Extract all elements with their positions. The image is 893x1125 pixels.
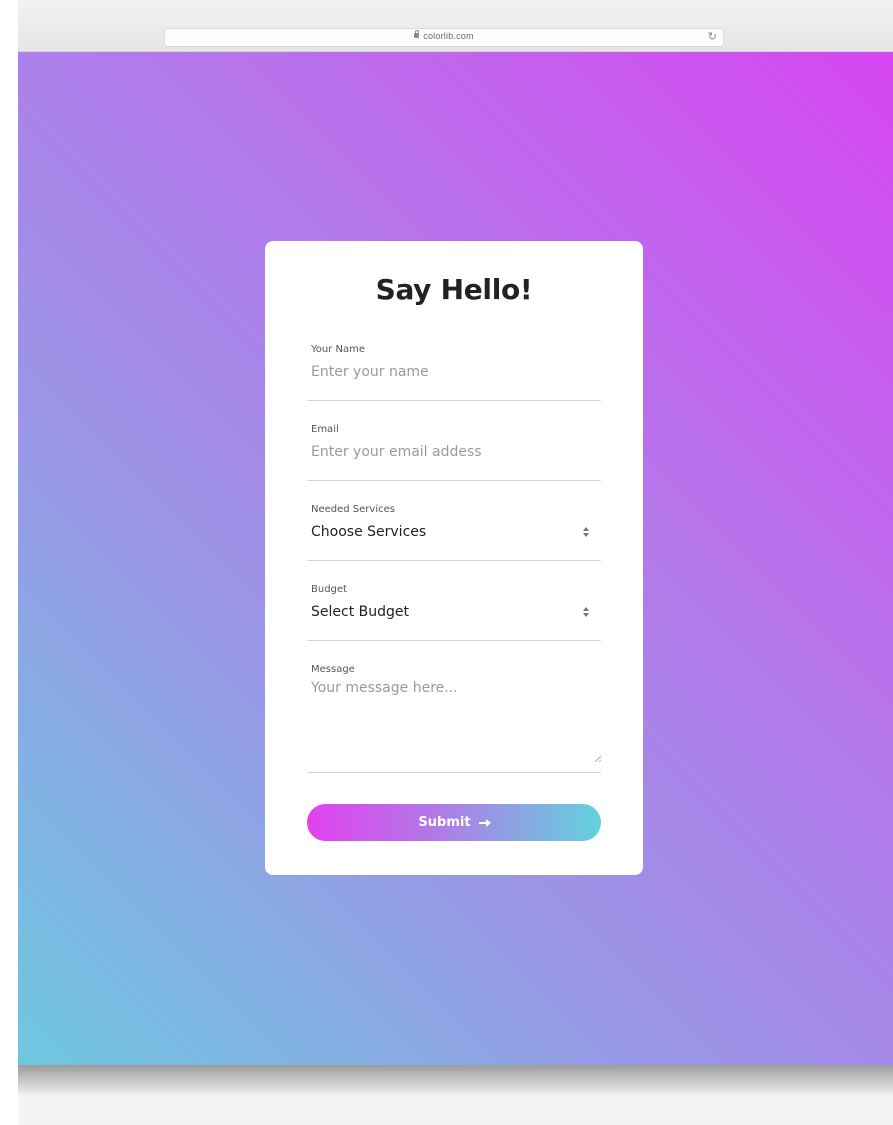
- message-field: Message: [307, 664, 601, 773]
- name-label: Your Name: [311, 344, 366, 355]
- budget-field[interactable]: Budget Select Budget: [307, 584, 601, 641]
- budget-select[interactable]: Select Budget: [311, 604, 409, 620]
- submit-button[interactable]: Submit: [307, 804, 601, 841]
- name-input[interactable]: [307, 360, 601, 384]
- email-label: Email: [311, 424, 339, 435]
- sort-icon: [583, 606, 589, 618]
- services-select[interactable]: Choose Services: [311, 524, 426, 540]
- services-label: Needed Services: [311, 504, 395, 515]
- arrow-right-icon: [478, 818, 491, 827]
- form-title: Say Hello!: [375, 273, 533, 306]
- resize-handle-icon[interactable]: [595, 756, 601, 762]
- message-textarea[interactable]: [307, 680, 601, 756]
- name-field: Your Name: [307, 344, 601, 401]
- lock-icon: [414, 30, 420, 38]
- budget-label: Budget: [311, 584, 347, 595]
- message-label: Message: [311, 664, 355, 675]
- url-text: colorlib.com: [423, 31, 474, 41]
- services-field[interactable]: Needed Services Choose Services: [307, 504, 601, 561]
- browser-toolbar: colorlib.com ↻: [18, 0, 893, 52]
- email-input[interactable]: [307, 440, 601, 464]
- reload-icon[interactable]: ↻: [708, 30, 717, 43]
- contact-form-card: Say Hello! Your Name Email Needed Servic…: [265, 241, 643, 875]
- email-field: Email: [307, 424, 601, 481]
- sort-icon: [583, 526, 589, 538]
- address-bar[interactable]: colorlib.com ↻: [164, 28, 724, 47]
- address-text-wrap: colorlib.com: [165, 30, 723, 41]
- window-bottom-shadow: [18, 1065, 893, 1095]
- submit-label: Submit: [418, 815, 471, 830]
